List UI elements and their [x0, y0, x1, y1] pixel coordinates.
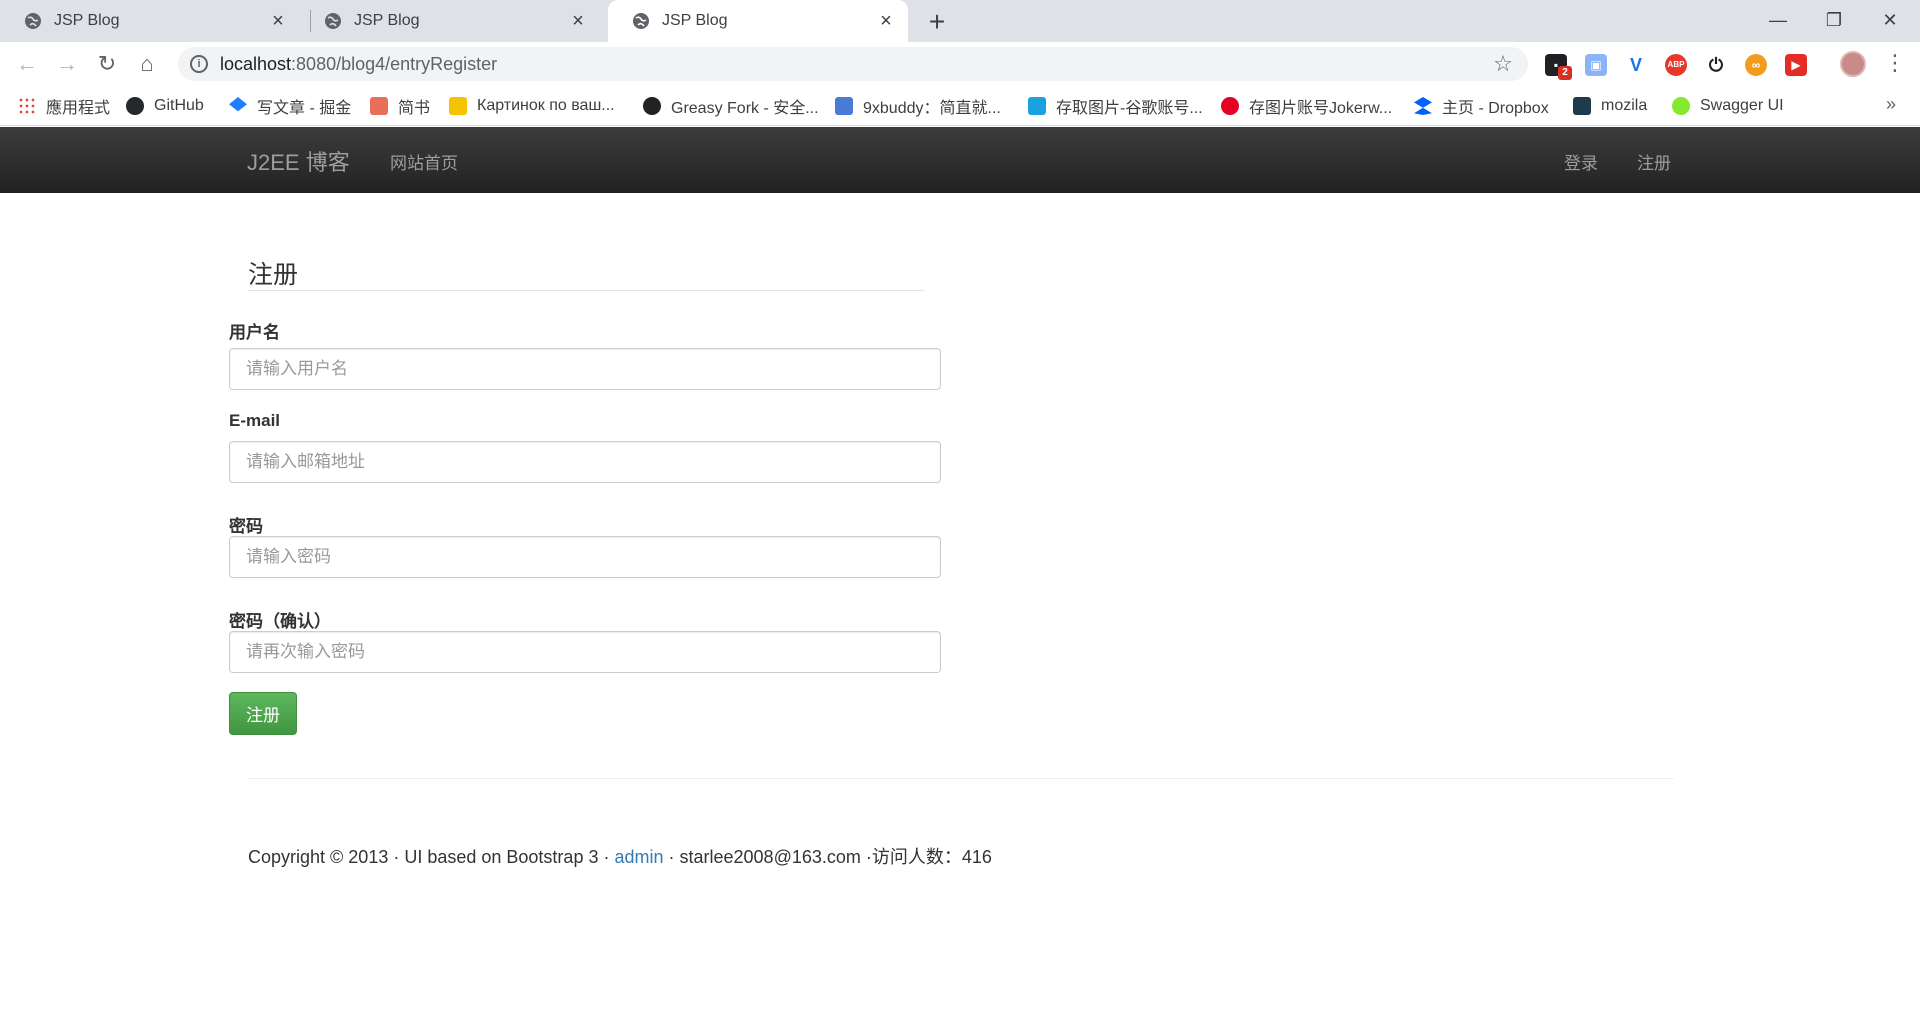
bookmark-label: 简书 — [398, 100, 431, 117]
bookmark-github[interactable]: GitHub — [126, 95, 204, 117]
tab-title: JSP Blog — [354, 12, 420, 29]
minimize-icon[interactable]: — — [1750, 4, 1806, 36]
juejin-icon — [229, 97, 247, 112]
password-input[interactable] — [229, 536, 941, 578]
form-legend: 注册 — [248, 261, 299, 289]
tab-title: JSP Blog — [54, 12, 120, 29]
greasyfork-icon — [643, 97, 661, 115]
menu-dots-icon[interactable]: ⋮ — [1884, 50, 1906, 76]
close-tab-icon[interactable]: × — [268, 10, 288, 33]
bookmarks-bar: 應用程式 GitHub 写文章 - 掘金 简书 Картинок по ваш.… — [0, 86, 1920, 126]
ibb-icon — [1028, 97, 1046, 115]
bookmark-label: 9xbuddy：简直就... — [863, 100, 1001, 117]
bookmark-greasyfork[interactable]: Greasy Fork - 安全... — [643, 95, 819, 117]
footer-copyright: Copyright © 2013 · UI based on Bootstrap… — [248, 847, 615, 867]
email-label: E-mail — [229, 411, 281, 430]
browser-tab[interactable]: JSP Blog × — [0, 0, 300, 42]
info-icon[interactable]: i — [190, 55, 208, 73]
register-button[interactable]: 注册 — [229, 692, 297, 735]
extension-badge: 2 — [1558, 66, 1572, 80]
bookmark-juejin[interactable]: 写文章 - 掘金 — [229, 95, 351, 117]
doc-icon — [835, 97, 853, 115]
admin-link[interactable]: admin — [614, 847, 663, 867]
url-host: localhost — [220, 53, 292, 74]
browser-tab-active[interactable]: JSP Blog × — [608, 0, 908, 42]
url-text[interactable]: localhost:8080/blog4/entryRegister — [220, 54, 1488, 75]
home-icon[interactable]: ⌂ — [133, 50, 161, 78]
close-tab-icon[interactable]: × — [568, 10, 588, 33]
bookmark-label: 主页 - Dropbox — [1442, 100, 1549, 117]
brand-link[interactable]: J2EE 博客 — [247, 145, 350, 177]
footer: Copyright © 2013 · UI based on Bootstrap… — [248, 843, 992, 869]
video-extension-icon[interactable]: ▶ — [1785, 54, 1807, 76]
bookmark-label: Картинок по ваш... — [477, 97, 615, 114]
nav-register-link[interactable]: 注册 — [1637, 149, 1671, 174]
restore-icon[interactable]: ❐ — [1806, 4, 1862, 36]
url-path: :8080/blog4/entryRegister — [291, 53, 498, 74]
bookmark-label: Swagger UI — [1700, 97, 1784, 114]
swagger-icon — [1672, 97, 1690, 115]
image-extension-icon[interactable]: ▣ — [1585, 54, 1607, 76]
browser-toolbar: ← → ↻ ⌂ i localhost:8080/blog4/entryRegi… — [0, 42, 1920, 86]
bookmark-star-icon[interactable]: ☆ — [1488, 51, 1518, 77]
bookmark-pinterest[interactable]: 存图片账号Jokerw... — [1221, 95, 1392, 117]
apps-icon — [18, 97, 36, 115]
browser-tab[interactable]: JSP Blog × — [300, 0, 600, 42]
tab-strip: JSP Blog × JSP Blog × JSP Blog × + — ❐ ✕ — [0, 0, 1920, 42]
dropbox-icon — [1414, 97, 1432, 115]
vimium-icon[interactable]: V — [1625, 54, 1647, 76]
bookmark-label: 写文章 - 掘金 — [257, 100, 352, 117]
bookmark-label: 存图片账号Jokerw... — [1249, 100, 1393, 117]
bookmark-label: Greasy Fork - 安全... — [671, 100, 819, 117]
image-icon — [449, 97, 467, 115]
power-icon[interactable]: ⏻ — [1705, 54, 1727, 76]
bookmark-9xbuddy[interactable]: 9xbuddy：简直就... — [835, 95, 1001, 117]
globe-icon — [325, 13, 341, 29]
password-label: 密码 — [229, 517, 263, 536]
bookmark-mozilla[interactable]: mozila — [1573, 95, 1647, 117]
jianshu-icon — [370, 97, 388, 115]
forward-arrow-icon[interactable]: → — [53, 50, 81, 78]
bookmark-apps[interactable]: 應用程式 — [18, 95, 110, 117]
nav-home-link[interactable]: 网站首页 — [390, 149, 458, 174]
bookmark-swagger[interactable]: Swagger UI — [1672, 95, 1784, 117]
footer-divider — [248, 778, 1674, 779]
profile-avatar[interactable] — [1840, 51, 1866, 77]
bookmark-label: 存取图片-谷歌账号... — [1056, 100, 1203, 117]
github-icon — [126, 97, 144, 115]
infinity-icon[interactable]: ∞ — [1745, 54, 1767, 76]
nav-login-link[interactable]: 登录 — [1564, 149, 1598, 174]
close-window-icon[interactable]: ✕ — [1862, 4, 1918, 36]
confirm-password-label: 密码（确认） — [229, 612, 331, 631]
mozilla-icon — [1573, 97, 1591, 115]
chevron-right-icon[interactable]: » — [1886, 94, 1896, 115]
close-tab-icon[interactable]: × — [876, 10, 896, 33]
username-input[interactable] — [229, 348, 941, 390]
confirm-password-input[interactable] — [229, 631, 941, 673]
footer-contact: · starlee2008@163.com ·访问人数：416 — [663, 847, 992, 867]
reload-icon[interactable]: ↻ — [93, 50, 121, 78]
email-input[interactable] — [229, 441, 941, 483]
site-navbar: J2EE 博客 网站首页 登录 注册 — [0, 127, 1920, 193]
bookmark-label: GitHub — [154, 97, 204, 114]
bookmark-ibb[interactable]: 存取图片-谷歌账号... — [1028, 95, 1203, 117]
bookmark-images[interactable]: Картинок по ваш... — [449, 95, 615, 117]
username-label: 用户名 — [229, 323, 280, 342]
tab-title: JSP Blog — [662, 12, 728, 29]
bookmark-label: 應用程式 — [46, 100, 111, 117]
bookmark-label: mozila — [1601, 97, 1648, 114]
pinterest-icon — [1221, 97, 1239, 115]
bookmark-jianshu[interactable]: 简书 — [370, 95, 430, 117]
adblock-icon[interactable]: ABP — [1665, 54, 1687, 76]
new-tab-button[interactable]: + — [922, 6, 952, 38]
globe-icon — [25, 13, 41, 29]
legend-divider — [248, 290, 924, 291]
address-bar[interactable]: i localhost:8080/blog4/entryRegister ☆ — [178, 47, 1528, 81]
bookmark-dropbox[interactable]: 主页 - Dropbox — [1414, 95, 1549, 117]
globe-icon — [633, 13, 649, 29]
back-arrow-icon[interactable]: ← — [13, 50, 41, 78]
